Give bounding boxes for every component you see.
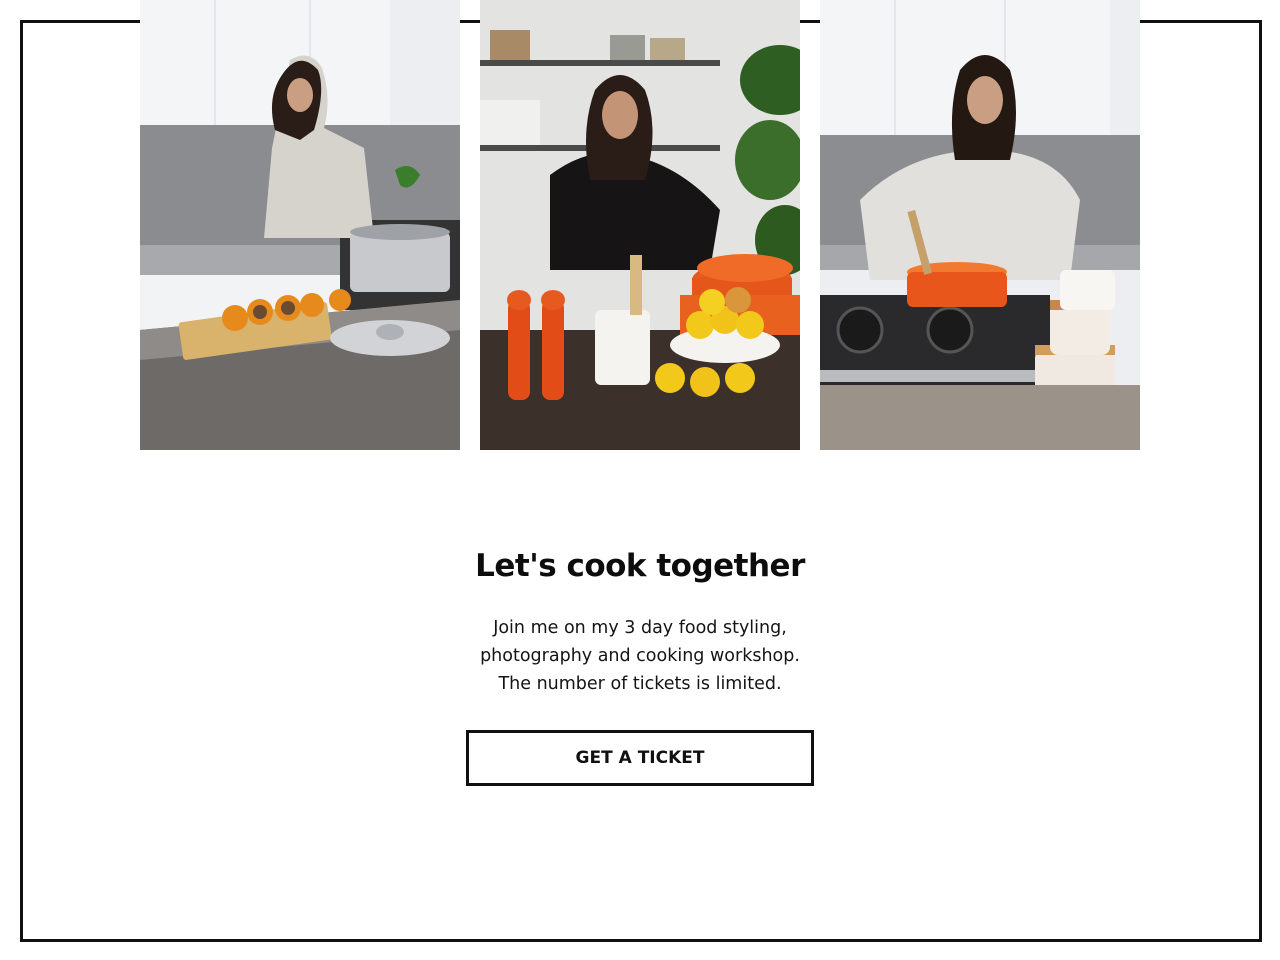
description-line-3: The number of tickets is limited.	[498, 674, 782, 694]
description-line-2: photography and cooking workshop.	[480, 646, 800, 666]
section-description: Join me on my 3 day food styling, photog…	[0, 614, 1280, 698]
kitchen-photo-2	[480, 0, 800, 450]
get-ticket-button[interactable]: GET A TICKET	[466, 730, 814, 786]
kitchen-photo-1	[140, 0, 460, 450]
description-line-1: Join me on my 3 day food styling,	[493, 618, 787, 638]
section-title: Let's cook together	[475, 548, 805, 584]
kitchen-photo-3	[820, 0, 1140, 450]
